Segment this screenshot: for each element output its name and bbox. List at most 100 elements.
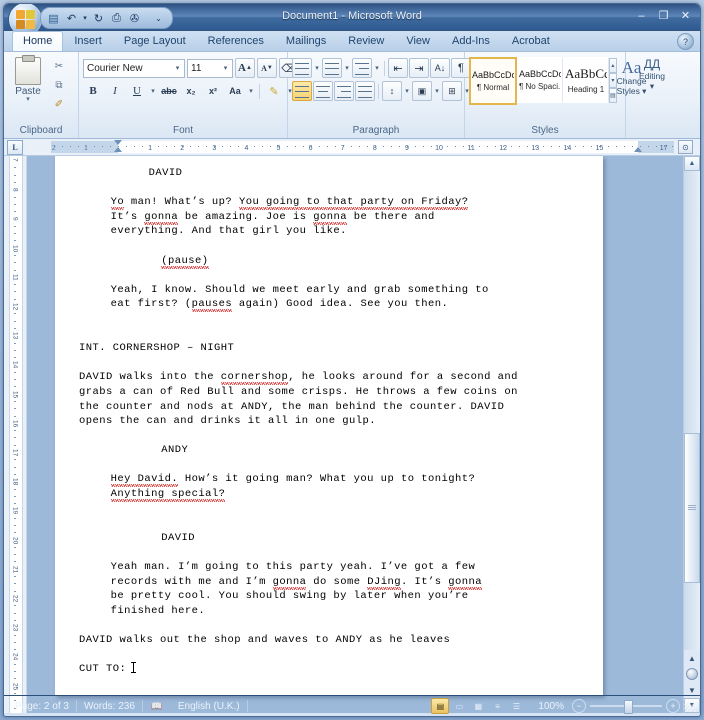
- italic-button[interactable]: I: [105, 81, 125, 101]
- document-line[interactable]: DAVID walks out the shop and waves to AN…: [79, 633, 593, 648]
- tab-home[interactable]: Home: [12, 31, 64, 51]
- print-layout-view-icon[interactable]: ▤: [431, 698, 450, 714]
- zoom-out-button[interactable]: −: [572, 699, 586, 713]
- shading-icon[interactable]: ▣: [412, 81, 432, 101]
- change-case-button[interactable]: Aa: [225, 81, 245, 101]
- format-painter-icon[interactable]: ✐: [50, 96, 68, 113]
- outline-view-icon[interactable]: ≡: [488, 698, 506, 714]
- tab-acrobat[interactable]: Acrobat: [501, 31, 561, 51]
- save-icon[interactable]: ▤: [45, 10, 62, 27]
- style-no-spacing[interactable]: AaBbCcDc ¶ No Spaci...: [517, 57, 563, 103]
- document-line[interactable]: DAVID: [79, 166, 593, 181]
- style-heading-1[interactable]: AaBbCс Heading 1: [563, 57, 609, 103]
- numbering-dropdown-icon[interactable]: ▾: [343, 64, 351, 72]
- draft-view-icon[interactable]: ☰: [507, 698, 525, 714]
- vertical-scrollbar[interactable]: ▲ ▲ ▼ ▼: [683, 156, 700, 713]
- document-line[interactable]: DAVID walks into the cornershop, he look…: [79, 370, 593, 385]
- tab-page-layout[interactable]: Page Layout: [113, 31, 197, 51]
- line-spacing-icon[interactable]: ↕: [382, 81, 402, 101]
- increase-indent-icon[interactable]: ⇥: [409, 58, 429, 78]
- document-line[interactable]: records with me and I’m gonna do some DJ…: [79, 575, 593, 590]
- document-line[interactable]: Anything special?: [79, 487, 593, 502]
- tab-add-ins[interactable]: Add-Ins: [441, 31, 501, 51]
- bullets-dropdown-icon[interactable]: ▾: [313, 64, 321, 72]
- multilevel-dropdown-icon[interactable]: ▾: [373, 64, 381, 72]
- paste-button[interactable]: Paste ▾: [8, 55, 48, 113]
- align-center-icon[interactable]: [313, 81, 333, 101]
- copy-icon[interactable]: ⧉: [50, 77, 68, 94]
- select-browse-object-button[interactable]: [684, 666, 700, 682]
- document-line[interactable]: (pause): [79, 254, 593, 269]
- scroll-up-button[interactable]: ▲: [684, 156, 700, 171]
- document-line[interactable]: [79, 458, 593, 473]
- zoom-slider[interactable]: − +: [572, 699, 680, 714]
- page-status[interactable]: Page: 2 of 3: [8, 701, 76, 712]
- horizontal-ruler[interactable]: 2 1 1 2 3 4 5 6 7 8 9 10 11 12 13 14 15 17: [26, 139, 674, 155]
- document-line[interactable]: grabs a can of Red Bull and some crisps.…: [79, 385, 593, 400]
- strikethrough-button[interactable]: abc: [159, 81, 179, 101]
- align-right-icon[interactable]: [334, 81, 354, 101]
- tab-references[interactable]: References: [197, 31, 275, 51]
- underline-button[interactable]: U: [127, 81, 147, 101]
- styles-more-icon[interactable]: ▤: [609, 88, 617, 103]
- redo-icon[interactable]: ↻: [90, 10, 107, 27]
- paste-dropdown-arrow[interactable]: ▾: [26, 96, 30, 103]
- document-line[interactable]: Yeah, I know. Should we meet early and g…: [79, 283, 593, 298]
- sort-icon[interactable]: A↓: [430, 58, 450, 78]
- shading-dropdown-icon[interactable]: ▾: [433, 87, 441, 95]
- superscript-button[interactable]: x²: [203, 81, 223, 101]
- numbering-icon[interactable]: [322, 58, 342, 78]
- cut-icon[interactable]: ✂: [50, 58, 68, 75]
- document-page[interactable]: DAVID Yo man! What’s up? You going to th…: [55, 156, 603, 696]
- document-line[interactable]: [79, 429, 593, 444]
- document-line[interactable]: Hey David. How’s it going man? What you …: [79, 472, 593, 487]
- document-line[interactable]: [79, 502, 593, 517]
- minimize-button[interactable]: –: [632, 8, 651, 23]
- zoom-level[interactable]: 100%: [532, 701, 570, 712]
- zoom-track[interactable]: [590, 700, 662, 714]
- print-preview-icon[interactable]: ⎙: [108, 10, 125, 27]
- help-icon[interactable]: ?: [677, 33, 694, 50]
- align-left-icon[interactable]: [292, 81, 312, 101]
- shrink-font-button[interactable]: A ▼: [257, 58, 277, 78]
- document-line[interactable]: be pretty cool. You should swing by late…: [79, 589, 593, 604]
- proofing-errors-icon[interactable]: 📖: [143, 700, 171, 712]
- document-line[interactable]: [79, 618, 593, 633]
- font-size-combo[interactable]: 11 ▾: [187, 58, 233, 78]
- restore-button[interactable]: ❐: [654, 8, 673, 23]
- previous-page-button[interactable]: ▲: [684, 650, 700, 666]
- bullets-icon[interactable]: [292, 58, 312, 78]
- document-canvas[interactable]: DAVID Yo man! What’s up? You going to th…: [27, 156, 683, 713]
- grow-font-button[interactable]: A ▲: [235, 58, 255, 78]
- document-line[interactable]: Yeah man. I’m going to this party yeah. …: [79, 560, 593, 575]
- scrollbar-track[interactable]: [684, 171, 700, 650]
- line-spacing-dropdown-icon[interactable]: ▾: [403, 87, 411, 95]
- tab-view[interactable]: View: [395, 31, 441, 51]
- word-count-status[interactable]: Words: 236: [77, 701, 142, 712]
- right-indent-marker[interactable]: [634, 147, 643, 152]
- document-line[interactable]: the counter and nods at ANDY, the man be…: [79, 400, 593, 415]
- attach-icon[interactable]: ✇: [126, 10, 143, 27]
- justify-icon[interactable]: [355, 81, 375, 101]
- view-ruler-toggle-icon[interactable]: ⊙: [678, 140, 693, 154]
- highlight-color-icon[interactable]: ✎: [264, 81, 284, 101]
- document-line[interactable]: [79, 327, 593, 342]
- document-line[interactable]: [79, 648, 593, 663]
- document-line[interactable]: [79, 239, 593, 254]
- document-text[interactable]: DAVID Yo man! What’s up? You going to th…: [79, 166, 593, 677]
- full-screen-reading-view-icon[interactable]: ▭: [450, 698, 468, 714]
- document-line[interactable]: [79, 312, 593, 327]
- decrease-indent-icon[interactable]: ⇤: [388, 58, 408, 78]
- style-normal[interactable]: AaBbCcDc ¶ Normal: [469, 57, 517, 105]
- document-line[interactable]: opens the can and drinks it all in one g…: [79, 414, 593, 429]
- bold-button[interactable]: B: [83, 81, 103, 101]
- language-status[interactable]: English (U.K.): [171, 701, 247, 712]
- zoom-in-button[interactable]: +: [666, 699, 680, 713]
- tab-stop-selector[interactable]: L: [4, 139, 26, 155]
- close-button[interactable]: ✕: [676, 8, 695, 23]
- tab-mailings[interactable]: Mailings: [275, 31, 337, 51]
- document-line[interactable]: CUT TO:: [79, 662, 593, 677]
- undo-dropdown-icon[interactable]: ▾: [81, 10, 89, 27]
- document-line[interactable]: It’s gonna be amazing. Joe is gonna be t…: [79, 210, 593, 225]
- undo-icon[interactable]: ↶: [63, 10, 80, 27]
